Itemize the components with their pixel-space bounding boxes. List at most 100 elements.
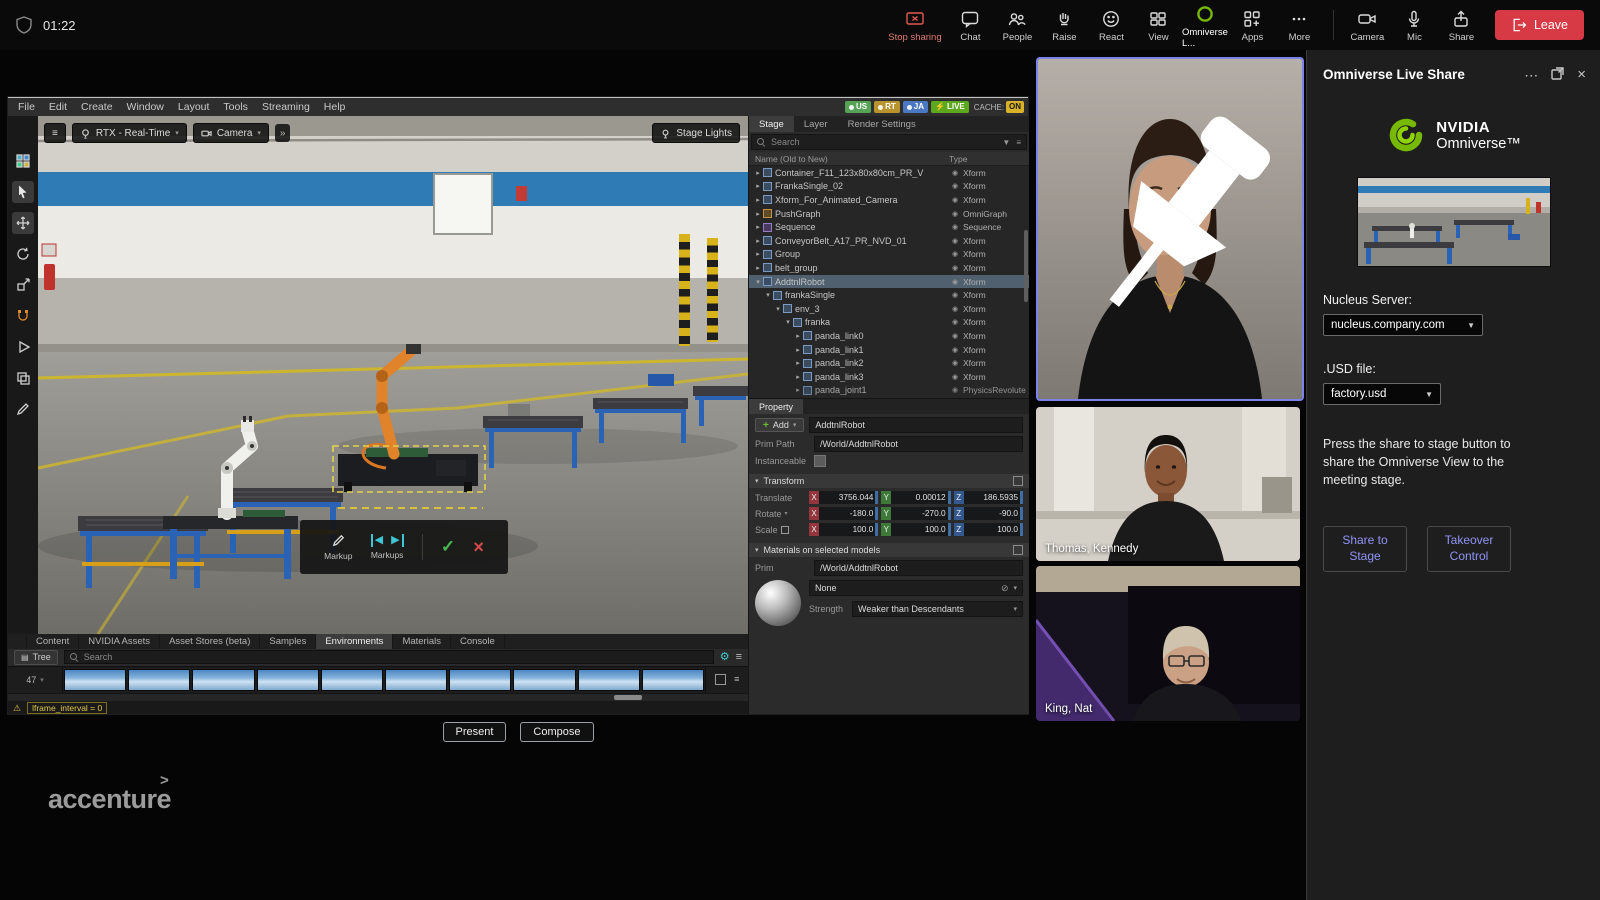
table-row[interactable]: ▸FrankaSingle_02◉Xform (749, 180, 1029, 194)
table-row[interactable]: ▸panda_link3◉Xform (749, 370, 1029, 384)
visibility-eye-icon[interactable]: ◉ (947, 332, 963, 340)
table-row-selected[interactable]: ▾AddtnlRobot◉Xform (749, 275, 1029, 289)
table-row[interactable]: ▸Xform_For_Animated_Camera◉Xform (749, 193, 1029, 207)
visibility-eye-icon[interactable]: ◉ (947, 223, 963, 231)
column-type[interactable]: Type (949, 154, 1029, 164)
sky-thumbnail[interactable] (128, 669, 190, 690)
leave-button[interactable]: Leave (1495, 10, 1584, 40)
sky-thumbnail[interactable] (385, 669, 447, 690)
tab-console[interactable]: Console (451, 634, 505, 649)
visibility-eye-icon[interactable]: ◉ (947, 373, 963, 381)
scale-lock-icon[interactable] (781, 526, 789, 534)
video-tile-king-nat[interactable]: King, Nat (1036, 566, 1300, 721)
expand-caret-icon[interactable]: ▸ (753, 237, 763, 245)
expand-caret-icon[interactable]: ▾ (783, 318, 793, 326)
react-button[interactable]: React (1088, 7, 1135, 43)
table-row[interactable]: ▾env_3◉Xform (749, 302, 1029, 316)
video-tile-thomas-kennedy[interactable]: Thomas, Kennedy (1036, 407, 1300, 561)
stop-sharing-button[interactable]: Stop sharing (883, 7, 947, 43)
camera-dropdown[interactable]: Camera ▾ (193, 123, 269, 143)
expand-caret-icon[interactable]: ▸ (753, 250, 763, 258)
live-badge[interactable]: ⚡LIVE (931, 101, 969, 113)
menu-layout[interactable]: Layout (178, 101, 210, 113)
sky-thumbnails[interactable] (63, 667, 705, 692)
toolbar-expand-chevrons[interactable]: » (275, 124, 291, 142)
instanceable-checkbox[interactable] (814, 455, 826, 467)
pinned-icon[interactable] (1048, 57, 1304, 389)
prim-name-field[interactable]: AddtnlRobot (809, 417, 1023, 433)
rotate-z-field[interactable]: -90.0 (964, 507, 1023, 520)
translate-x-field[interactable]: 3756.044 (819, 491, 878, 504)
tab-property[interactable]: Property (749, 399, 803, 414)
tab-stage[interactable]: Stage (749, 116, 794, 132)
render-mode-dropdown[interactable]: RTX - Real-Time ▾ (72, 123, 187, 143)
visibility-eye-icon[interactable]: ◉ (947, 305, 963, 313)
prev-markup-icon[interactable]: ◀ (371, 534, 383, 547)
sky-thumbnail[interactable] (321, 669, 383, 690)
rotate-y-field[interactable]: -270.0 (891, 507, 950, 520)
strength-select[interactable]: Weaker than Descendants ▾ (852, 601, 1023, 617)
visibility-eye-icon[interactable]: ◉ (947, 386, 963, 394)
people-button[interactable]: People (994, 7, 1041, 43)
table-row[interactable]: ▸Sequence◉Sequence (749, 220, 1029, 234)
expand-caret-icon[interactable]: ▸ (753, 182, 763, 190)
table-row[interactable]: ▸Container_F11_123x80x80cm_PR_V◉Xform (749, 166, 1029, 180)
scrollbar-thumb[interactable] (614, 695, 642, 700)
rotate-x-field[interactable]: -180.0 (819, 507, 878, 520)
stage-scrollbar[interactable] (1024, 230, 1028, 302)
filter-icon[interactable]: ▼ (1002, 138, 1010, 147)
panel-more-icon[interactable]: ⋯ (1524, 68, 1538, 82)
move-tool[interactable] (12, 212, 34, 234)
expand-caret-icon[interactable]: ▾ (753, 278, 763, 286)
visibility-eye-icon[interactable]: ◉ (947, 169, 963, 177)
add-property-button[interactable]: +Add▾ (755, 418, 804, 432)
visibility-eye-icon[interactable]: ◉ (947, 346, 963, 354)
visibility-eye-icon[interactable]: ◉ (947, 210, 963, 218)
table-row[interactable]: ▸belt_group◉Xform (749, 261, 1029, 275)
material-prim-field[interactable]: /World/AddtnlRobot (814, 560, 1023, 576)
menu-create[interactable]: Create (81, 101, 113, 113)
menu-streaming[interactable]: Streaming (262, 101, 310, 113)
usd-file-select[interactable]: factory.usd ▼ (1323, 383, 1441, 405)
snap-tool[interactable] (12, 305, 34, 327)
takeover-control-button[interactable]: Takeover Control (1427, 526, 1511, 572)
expand-caret-icon[interactable]: ▸ (753, 196, 763, 204)
table-row[interactable]: ▸panda_joint1◉PhysicsRevolute (749, 384, 1029, 398)
clear-material-icon[interactable]: ⊘ (1001, 583, 1009, 594)
visibility-eye-icon[interactable]: ◉ (947, 278, 963, 286)
tab-render-settings[interactable]: Render Settings (838, 116, 926, 132)
view-button[interactable]: View (1135, 7, 1182, 43)
expand-caret-icon[interactable]: ▸ (753, 223, 763, 231)
expand-caret-icon[interactable]: ▸ (753, 264, 763, 272)
stage-search-input[interactable]: Search ▼≡ (751, 134, 1027, 150)
prim-path-field[interactable]: /World/AddtnlRobot (814, 436, 1023, 452)
sky-thumbnail[interactable] (64, 669, 126, 690)
tab-samples[interactable]: Samples (260, 634, 316, 649)
expand-caret-icon[interactable]: ▾ (763, 291, 773, 299)
visibility-eye-icon[interactable]: ◉ (947, 237, 963, 245)
viewport-menu-button[interactable]: ≡ (44, 123, 66, 143)
translate-z-field[interactable]: 186.5935 (964, 491, 1023, 504)
stage-lights-button[interactable]: Stage Lights (652, 123, 740, 143)
sky-thumbnail[interactable] (192, 669, 254, 690)
select-tool[interactable] (12, 181, 34, 203)
apps-button[interactable]: Apps (1229, 7, 1276, 43)
transform-section-header[interactable]: ▾Transform (749, 474, 1029, 488)
tab-materials[interactable]: Materials (393, 634, 451, 649)
table-row[interactable]: ▸panda_link0◉Xform (749, 329, 1029, 343)
expand-caret-icon[interactable]: ▸ (793, 386, 803, 394)
next-markup-icon[interactable]: ▶ (391, 534, 403, 547)
table-row[interactable]: ▸ConveyorBelt_A17_PR_NVD_01◉Xform (749, 234, 1029, 248)
asset-grid-tool[interactable] (12, 150, 34, 172)
scale-x-field[interactable]: 100.0 (819, 523, 878, 536)
visibility-eye-icon[interactable]: ◉ (947, 250, 963, 258)
tab-nvidia-assets[interactable]: NVIDIA Assets (79, 634, 160, 649)
tree-toggle-button[interactable]: ▤Tree (14, 650, 58, 665)
sky-thumbnail[interactable] (449, 669, 511, 690)
video-tile-pinned[interactable] (1036, 57, 1304, 401)
camera-button[interactable]: Camera (1344, 7, 1391, 43)
menu-file[interactable]: File (18, 101, 35, 113)
table-row[interactable]: ▸Group◉Xform (749, 248, 1029, 262)
layers-tool[interactable] (12, 367, 34, 389)
sky-thumbnail[interactable] (578, 669, 640, 690)
